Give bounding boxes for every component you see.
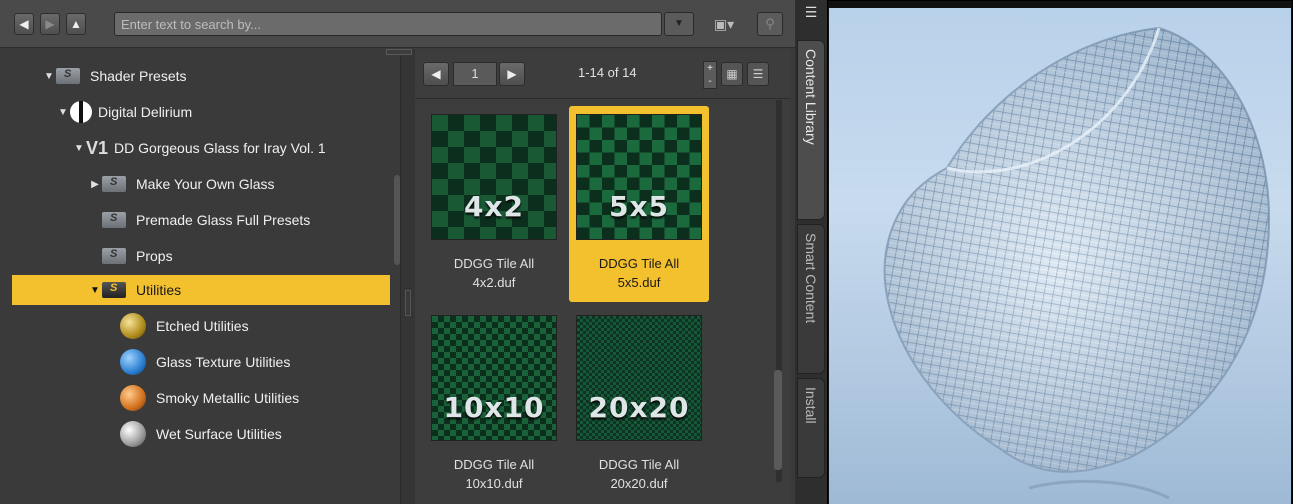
search-dropdown-icon[interactable]: ▼ — [664, 12, 694, 36]
tile-label-line2: 5x5.duf — [617, 275, 661, 290]
expand-arrow-icon[interactable]: ▼ — [42, 71, 56, 82]
tile-thumbnail: 10x10 — [431, 315, 557, 441]
expand-arrow-icon[interactable]: ▼ — [72, 143, 86, 154]
tile-label-line2: 10x10.duf — [465, 476, 523, 491]
expand-arrow-icon[interactable]: ▼ — [56, 107, 70, 118]
panel-menu-icon[interactable]: ☰ — [801, 4, 821, 26]
zoom-stepper[interactable]: + - — [703, 61, 717, 89]
category-tree: ▼ Shader Presets ▼ Digital Delirium ▼ V1… — [0, 49, 400, 504]
forward-arrow-icon[interactable]: ▶ — [40, 13, 60, 35]
tree-item-label: Make Your Own Glass — [136, 176, 275, 192]
tab-label: Install — [803, 387, 819, 424]
tree-item-etched-utilities[interactable]: Etched Utilities — [0, 311, 390, 341]
search-input[interactable] — [114, 12, 662, 36]
tiles-scrollbar-thumb[interactable] — [774, 370, 782, 470]
tree-item-label: Digital Delirium — [98, 104, 193, 120]
tile-thumbnail: 20x20 — [576, 315, 702, 441]
item-count: 1-14 of 14 — [578, 65, 637, 80]
tree-item-glass-texture-utilities[interactable]: Glass Texture Utilities — [0, 347, 390, 377]
tree-item-premade-glass[interactable]: Premade Glass Full Presets — [0, 205, 390, 235]
shader-folder-icon — [102, 212, 126, 228]
tab-content-library[interactable]: Content Library — [797, 40, 825, 220]
tree-item-digital-delirium[interactable]: ▼ Digital Delirium — [0, 97, 390, 127]
render-viewport[interactable] — [829, 8, 1291, 504]
tile-size-text: 5x5 — [608, 190, 670, 223]
tab-install[interactable]: Install — [797, 378, 825, 478]
content-toolbar: ◀ ▶ ▲ ▼ ▣▾ ⚲ — [0, 0, 795, 48]
shader-folder-icon — [102, 176, 126, 192]
tile-thumbnail: 5x5 — [576, 114, 702, 240]
panel-splitter[interactable] — [400, 49, 415, 504]
tile-label-line1: DDGG Tile All — [453, 457, 535, 472]
tile-10x10[interactable]: 10x10 DDGG Tile All 10x10.duf — [424, 307, 564, 503]
tab-smart-content[interactable]: Smart Content — [797, 224, 825, 374]
top-splitter-grip[interactable] — [386, 49, 412, 55]
tile-4x2[interactable]: 4x2 DDGG Tile All 4x2.duf — [424, 106, 564, 302]
tile-5x5[interactable]: 5x5 DDGG Tile All 5x5.duf — [569, 106, 709, 302]
tile-label-line2: 20x20.duf — [610, 476, 668, 491]
tree-item-make-your-own-glass[interactable]: ▶ Make Your Own Glass — [0, 169, 390, 199]
next-page-icon[interactable]: ▶ — [499, 62, 525, 86]
tab-label: Smart Content — [803, 233, 819, 324]
tile-label-line1: DDGG Tile All — [453, 256, 535, 271]
thumbnail-panel: ◀ 1 ▶ 1-14 of 14 + - ▦ ☰ 4x2 DDGG Tile Al… — [415, 49, 790, 504]
tile-label-line2: 4x2.duf — [472, 275, 516, 290]
tree-item-label: Shader Presets — [90, 68, 187, 84]
tree-item-label: Premade Glass Full Presets — [136, 212, 311, 228]
tree-item-label: Utilities — [136, 282, 182, 298]
shader-folder-icon — [56, 68, 80, 84]
tile-label: DDGG Tile All 4x2.duf — [424, 254, 564, 292]
tab-label: Content Library — [803, 49, 819, 145]
splitter-grip[interactable] — [405, 290, 411, 316]
silver-ball-icon — [120, 421, 146, 447]
tile-label: DDGG Tile All 20x20.duf — [569, 455, 709, 493]
tree-item-shader-presets[interactable]: ▼ Shader Presets — [0, 61, 390, 91]
tile-size-text: 4x2 — [463, 190, 525, 223]
page-number[interactable]: 1 — [453, 62, 497, 86]
tree-item-smoky-metallic-utilities[interactable]: Smoky Metallic Utilities — [0, 383, 390, 413]
prev-page-icon[interactable]: ◀ — [423, 62, 449, 86]
tile-label-line1: DDGG Tile All — [598, 256, 680, 271]
tile-label: DDGG Tile All 5x5.duf — [569, 254, 709, 292]
back-arrow-icon[interactable]: ◀ — [14, 13, 34, 35]
tree-item-label: Smoky Metallic Utilities — [156, 390, 300, 406]
orange-ball-icon — [120, 385, 146, 411]
tile-thumbnail: 4x2 — [431, 114, 557, 240]
tile-20x20[interactable]: 20x20 DDGG Tile All 20x20.duf — [569, 307, 709, 503]
digital-delirium-logo-icon — [70, 101, 92, 123]
blue-ball-icon — [120, 349, 146, 375]
tile-size-text: 20x20 — [588, 391, 690, 424]
expand-arrow-icon[interactable]: ▼ — [88, 285, 102, 296]
tree-item-gorgeous-glass[interactable]: ▼ V1 DD Gorgeous Glass for Iray Vol. 1 — [0, 133, 390, 163]
pager-bar: ◀ 1 ▶ 1-14 of 14 + - ▦ ☰ — [415, 49, 790, 99]
tile-label: DDGG Tile All 10x10.duf — [424, 455, 564, 493]
tree-item-props[interactable]: Props — [0, 241, 390, 271]
up-folder-icon[interactable]: ▲ — [66, 13, 86, 35]
list-view-icon[interactable]: ☰ — [747, 62, 769, 86]
v1-badge: V1 — [86, 137, 109, 158]
tree-item-label: Props — [136, 248, 173, 264]
shader-folder-icon — [102, 282, 126, 298]
grid-view-icon[interactable]: ▦ — [721, 62, 743, 86]
tree-item-label: Glass Texture Utilities — [156, 354, 291, 370]
shader-folder-icon — [102, 248, 126, 264]
glass-vase-render — [883, 26, 1271, 500]
tile-label-line1: DDGG Tile All — [598, 457, 680, 472]
collapse-arrow-icon[interactable]: ▶ — [88, 179, 102, 190]
tree-item-label: Etched Utilities — [156, 318, 249, 334]
tree-item-wet-surface-utilities[interactable]: Wet Surface Utilities — [0, 419, 390, 449]
gold-ball-icon — [120, 313, 146, 339]
tree-item-utilities[interactable]: ▼ Utilities — [12, 275, 390, 305]
search-icon[interactable]: ⚲ — [757, 12, 783, 36]
database-icon[interactable]: ▣▾ — [696, 12, 752, 36]
tile-size-text: 10x10 — [443, 391, 545, 424]
tree-item-label: DD Gorgeous Glass for Iray Vol. 1 — [114, 140, 326, 156]
tree-item-label: Wet Surface Utilities — [156, 426, 282, 442]
